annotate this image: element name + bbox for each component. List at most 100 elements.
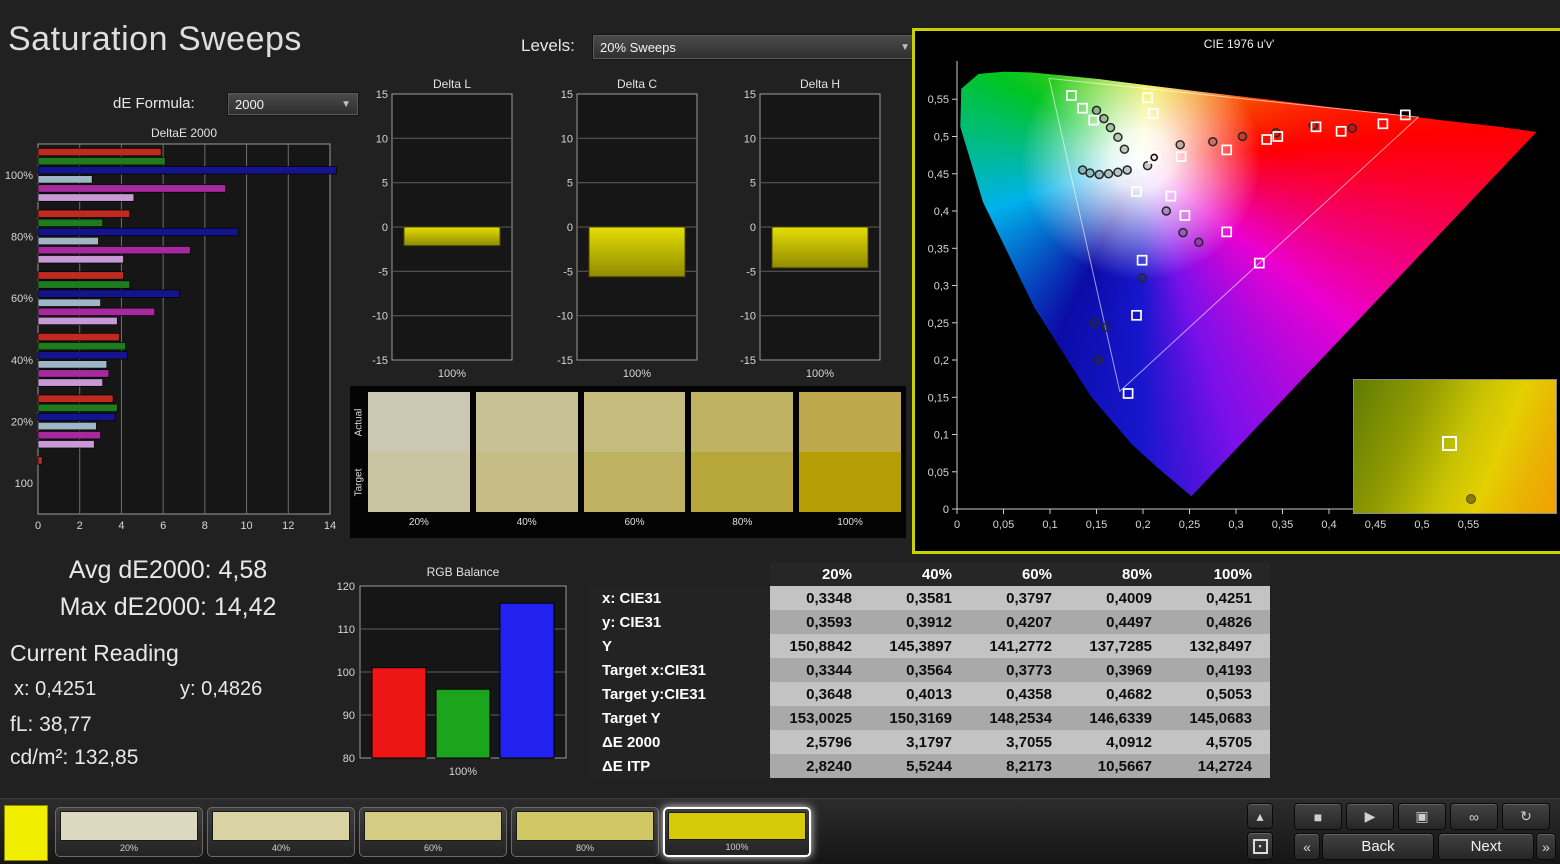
patch-button-100%[interactable]: 100% [663,807,811,857]
table-cell: 0,3773 [970,658,1070,682]
swatch-column: 60% [583,392,686,536]
svg-text:0,5: 0,5 [1414,519,1429,531]
svg-text:0: 0 [382,222,388,234]
current-patch-swatch [4,805,48,861]
patch-button-20%[interactable]: 20% [55,807,203,857]
measurement-dot-marker [1466,494,1476,504]
patch-button-label: 40% [271,843,290,853]
table-cell: 145,0683 [1170,706,1270,730]
swatch-column-label: 60% [624,517,645,528]
table-cell: 145,3897 [870,634,970,658]
back-button[interactable]: Back [1322,833,1434,860]
svg-text:RGB Balance: RGB Balance [427,565,500,579]
levels-dropdown[interactable]: 20% Sweeps ▼ [592,34,918,60]
table-cell: 0,3344 [770,658,870,682]
svg-text:15: 15 [561,89,573,101]
continuous-measure-button[interactable]: ∞ [1450,803,1498,830]
panel-collapse-button[interactable]: ▴ [1247,803,1273,829]
svg-text:0,15: 0,15 [1086,519,1107,531]
table-header-row: 20% 40% 60% 80% 100% [590,562,1270,586]
table-cell: 4,0912 [1070,730,1170,754]
patch-swatch [212,811,350,841]
svg-text:0,5: 0,5 [934,132,949,144]
patch-swatch [516,811,654,841]
patch-button-label: 60% [423,843,442,853]
svg-text:0,45: 0,45 [928,169,949,181]
table-cell: 0,4682 [1070,682,1170,706]
cie-chart-panel: CIE 1976 u'v' 0 0 0,05 0,05 0,1 0,1 0,15 0,15 0,… [912,28,1560,554]
table-row: ΔE ITP 2,8240 5,5244 8,2173 10,5667 14,2724 [590,754,1270,778]
infinity-icon: ∞ [1469,808,1479,825]
svg-text:0,05: 0,05 [993,519,1014,531]
capture-button[interactable]: ▣ [1398,803,1446,830]
svg-text:0,4: 0,4 [934,206,949,218]
deltae2000-chart: DeltaE 2000 0 2 4 6 8 10 12 14 100% 80% 60% 40% 20% 10… [0,124,340,536]
svg-text:-5: -5 [563,266,573,278]
swatch-column: 40% [475,392,578,536]
levels-dropdown-value: 20% Sweeps [600,39,676,55]
swatch-column: 20% [368,392,470,536]
svg-text:0,1: 0,1 [1042,519,1057,531]
cie-zoom-inset [1353,379,1557,514]
actual-swatch [368,392,470,452]
target-swatch [691,452,794,512]
svg-text:-10: -10 [372,311,388,323]
table-header-cell [590,562,770,586]
levels-label: Levels: [521,36,575,55]
last-page-button[interactable]: » [1536,833,1556,860]
svg-text:100%: 100% [5,170,33,182]
swatch-column-label: 20% [408,517,429,528]
current-reading-label: Current Reading [10,640,179,666]
svg-text:5: 5 [382,178,388,190]
table-cell: 0,4826 [1170,610,1270,634]
patch-button-60%[interactable]: 60% [359,807,507,857]
table-header-cell: 100% [1170,562,1270,586]
patch-button-80%[interactable]: 80% [511,807,659,857]
loop-button[interactable]: ↻ [1502,803,1550,830]
swatch-columns: 20% 40% 60% 80% 100% [368,392,901,536]
svg-text:0,25: 0,25 [1179,519,1200,531]
table-cell: 2,8240 [770,754,870,778]
pattern-window-button[interactable]: ▪ [1247,832,1273,860]
next-button[interactable]: Next [1438,833,1534,860]
svg-text:5: 5 [567,178,573,190]
svg-text:0,25: 0,25 [928,318,949,330]
table-cell: 141,2772 [970,634,1070,658]
delta_c-chart: Delta C 15 10 5 0 -5 -10 -15 100% [551,76,707,388]
patch-swatch [60,811,198,841]
table-row: Target x:CIE31 0,3344 0,3564 0,3773 0,3969 0,… [590,658,1270,682]
table-cell: 150,3169 [870,706,970,730]
svg-text:80%: 80% [11,232,33,244]
svg-text:0,15: 0,15 [928,392,949,404]
table-cell: 10,5667 [1070,754,1170,778]
svg-text:4: 4 [118,520,124,532]
stop-button[interactable]: ■ [1294,803,1342,830]
svg-text:2: 2 [77,520,83,532]
table-cell: 132,8497 [1170,634,1270,658]
swatch-column-label: 80% [732,517,753,528]
stop-icon: ■ [1313,808,1323,825]
patch-button-40%[interactable]: 40% [207,807,355,857]
svg-text:100%: 100% [438,368,466,380]
triangle-up-icon: ▴ [1256,807,1264,824]
svg-text:DeltaE 2000: DeltaE 2000 [151,126,217,140]
avg-de2000-value: Avg dE2000: 4,58 [68,556,268,584]
table-cell: 0,4009 [1070,586,1170,610]
page-title: Saturation Sweeps [8,20,302,58]
table-cell: 0,4358 [970,682,1070,706]
table-cell: 0,4251 [1170,586,1270,610]
table-cell: 3,7055 [970,730,1070,754]
table-cell: 148,2534 [970,706,1070,730]
svg-text:0: 0 [943,504,949,516]
table-cell: 0,4207 [970,610,1070,634]
svg-text:0,55: 0,55 [928,94,949,106]
first-page-button[interactable]: « [1294,833,1320,860]
svg-text:6: 6 [160,520,166,532]
play-button[interactable]: ▶ [1346,803,1394,830]
de-formula-dropdown[interactable]: 2000 ▼ [227,92,359,116]
target-swatch [475,452,578,512]
rgb-balance-chart: RGB Balance 120 110 100 90 80 100% [326,562,576,786]
patch-button-label: 20% [119,843,138,853]
table-cell: 0,3593 [770,610,870,634]
svg-text:0,3: 0,3 [1228,519,1243,531]
